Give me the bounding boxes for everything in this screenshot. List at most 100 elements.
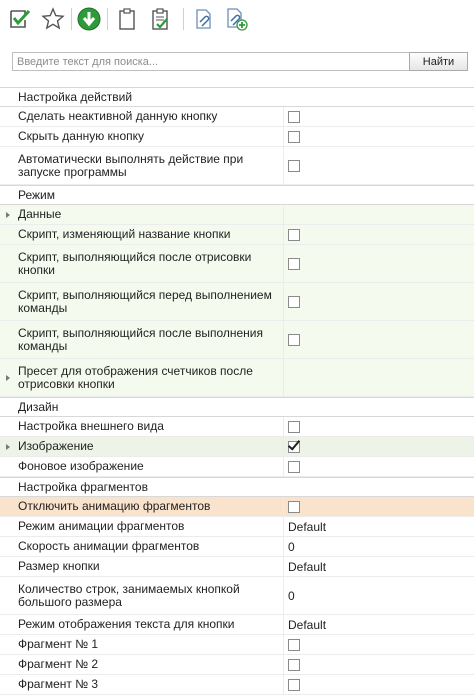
property-label: Пресет для отображения счетчиков после о…: [16, 359, 284, 396]
property-value-text: Default: [288, 519, 327, 534]
search-input[interactable]: [12, 52, 412, 71]
row-gutter: [0, 127, 16, 146]
property-checkbox[interactable]: [288, 130, 300, 143]
property-label: Фоновое изображение: [16, 457, 284, 476]
attachment-icon[interactable]: [189, 5, 217, 33]
row-gutter: [0, 245, 16, 282]
property-value[interactable]: [284, 497, 474, 516]
property-row[interactable]: Скрипт, выполняющийся перед выполнением …: [0, 283, 474, 321]
property-label: Режим отображения текста для кнопки: [16, 615, 284, 634]
property-row[interactable]: Автоматически выполнять действие при зап…: [0, 147, 474, 185]
property-value[interactable]: [284, 127, 474, 146]
property-value[interactable]: [284, 147, 474, 184]
property-checkbox[interactable]: [288, 460, 300, 473]
property-label: Размер кнопки: [16, 557, 284, 576]
property-value[interactable]: [284, 283, 474, 320]
property-row[interactable]: Фрагмент № 2: [0, 655, 474, 675]
property-value[interactable]: [284, 655, 474, 674]
property-label: Изображение: [16, 437, 284, 456]
row-gutter: [0, 107, 16, 126]
expand-arrow-icon[interactable]: [6, 374, 10, 381]
property-row[interactable]: Данные: [0, 205, 474, 225]
property-grid: Настройка действий Сделать неактивной дан…: [0, 87, 474, 695]
property-value[interactable]: [284, 225, 474, 244]
row-gutter: [0, 225, 16, 244]
property-row[interactable]: Режим анимации фрагментов Default: [0, 517, 474, 537]
property-value[interactable]: [284, 205, 474, 224]
property-label: Фрагмент № 1: [16, 635, 284, 654]
property-checkbox[interactable]: [288, 110, 300, 123]
toolbar-separator: [71, 8, 72, 30]
property-row[interactable]: Размер кнопки Default: [0, 557, 474, 577]
property-label: Фрагмент № 3: [16, 675, 284, 694]
property-row[interactable]: Фрагмент № 1: [0, 635, 474, 655]
property-value[interactable]: Default: [284, 517, 474, 536]
property-label: Фрагмент № 2: [16, 655, 284, 674]
download-icon[interactable]: [75, 5, 103, 33]
property-value[interactable]: [284, 437, 474, 456]
row-gutter: [0, 615, 16, 634]
property-row[interactable]: Фрагмент № 3: [0, 675, 474, 695]
property-value[interactable]: [284, 359, 474, 396]
property-checkbox[interactable]: [288, 333, 300, 346]
property-value[interactable]: Default: [284, 557, 474, 576]
property-checkbox[interactable]: [288, 257, 300, 270]
property-checkbox[interactable]: [288, 638, 300, 651]
property-row[interactable]: Скрипт, выполняющийся после отрисовки кн…: [0, 245, 474, 283]
row-gutter: [0, 147, 16, 184]
property-value[interactable]: [284, 675, 474, 694]
category-header[interactable]: Настройка действий: [0, 87, 474, 107]
attachment-add-icon[interactable]: [222, 5, 250, 33]
property-row[interactable]: Настройка внешнего вида: [0, 417, 474, 437]
property-checkbox[interactable]: [288, 420, 300, 433]
property-value[interactable]: 0: [284, 577, 474, 614]
property-value-text: 0: [288, 588, 295, 603]
property-checkbox[interactable]: [288, 500, 300, 513]
property-value[interactable]: [284, 321, 474, 358]
row-gutter: [0, 655, 16, 674]
category-header[interactable]: Дизайн: [0, 397, 474, 417]
property-row[interactable]: Изображение: [0, 437, 474, 457]
property-row[interactable]: Скрипт, выполняющийся после выполнения к…: [0, 321, 474, 359]
property-label: Скрипт, выполняющийся после выполнения к…: [16, 321, 284, 358]
property-row[interactable]: Отключить анимацию фрагментов: [0, 497, 474, 517]
row-gutter: [0, 517, 16, 536]
property-checkbox[interactable]: [288, 440, 300, 453]
expand-arrow-icon[interactable]: [6, 211, 10, 218]
property-value[interactable]: [284, 417, 474, 436]
property-row[interactable]: Количество строк, занимаемых кнопкой бол…: [0, 577, 474, 615]
property-row[interactable]: Скрыть данную кнопку: [0, 127, 474, 147]
property-value[interactable]: [284, 457, 474, 476]
search-button[interactable]: Найти: [409, 52, 468, 71]
clipboard-icon[interactable]: [113, 5, 141, 33]
property-value[interactable]: [284, 635, 474, 654]
expand-arrow-icon[interactable]: [6, 443, 10, 450]
toolbar-separator: [183, 8, 184, 30]
property-row[interactable]: Сделать неактивной данную кнопку: [0, 107, 474, 127]
property-checkbox[interactable]: [288, 159, 300, 172]
property-row[interactable]: Фоновое изображение: [0, 457, 474, 477]
property-value[interactable]: Default: [284, 615, 474, 634]
property-value-text: Default: [288, 559, 327, 574]
category-header[interactable]: Настройка фрагментов: [0, 477, 474, 497]
row-gutter: [0, 457, 16, 476]
category-header[interactable]: Режим: [0, 185, 474, 205]
property-value[interactable]: [284, 245, 474, 282]
property-value[interactable]: [284, 107, 474, 126]
check-icon[interactable]: [6, 5, 34, 33]
row-gutter: [0, 321, 16, 358]
property-checkbox[interactable]: [288, 295, 300, 308]
star-icon[interactable]: [39, 5, 67, 33]
property-row[interactable]: Скорость анимации фрагментов 0: [0, 537, 474, 557]
clipboard-check-icon[interactable]: [146, 5, 174, 33]
property-row[interactable]: Режим отображения текста для кнопки Defau…: [0, 615, 474, 635]
property-checkbox[interactable]: [288, 678, 300, 691]
property-row[interactable]: Скрипт, изменяющий название кнопки: [0, 225, 474, 245]
row-gutter: [0, 537, 16, 556]
property-label: Скрыть данную кнопку: [16, 127, 284, 146]
property-label: Автоматически выполнять действие при зап…: [16, 147, 284, 184]
property-row[interactable]: Пресет для отображения счетчиков после о…: [0, 359, 474, 397]
property-checkbox[interactable]: [288, 228, 300, 241]
property-checkbox[interactable]: [288, 658, 300, 671]
property-value[interactable]: 0: [284, 537, 474, 556]
